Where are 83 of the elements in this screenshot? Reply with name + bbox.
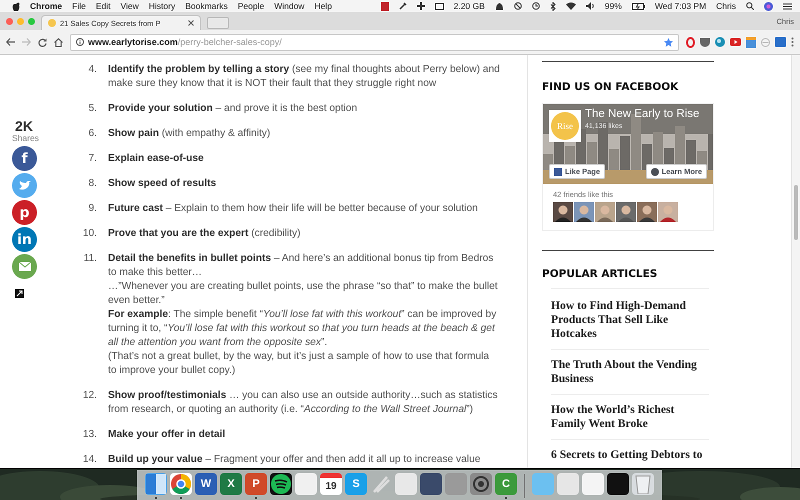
list-number: 8. (88, 177, 97, 191)
list-number: 6. (88, 127, 97, 141)
list-number: 11. (82, 252, 97, 266)
paragraph: Prove that you are the expert (credibility) (108, 227, 302, 241)
menu-item[interactable]: View (120, 1, 139, 11)
facebook-icon (554, 168, 562, 176)
close-icon[interactable] (188, 20, 194, 26)
share-count: 2K (14, 119, 34, 133)
globe-icon[interactable] (715, 37, 725, 47)
scrollbar[interactable] (791, 55, 800, 468)
paragraph: Make your offer in detail (108, 428, 226, 442)
menu-clock[interactable]: Wed 7:03 PM (654, 1, 706, 11)
list-number: 10. (82, 227, 97, 241)
shares-label: Shares (12, 133, 39, 143)
avatar[interactable] (616, 202, 636, 222)
menu-item[interactable]: Window (274, 1, 304, 11)
avatar[interactable] (553, 202, 573, 222)
more-icon[interactable] (791, 37, 794, 47)
list-number: 5. (88, 102, 97, 116)
paragraph: Explain ease-of-use (108, 152, 205, 166)
avatar[interactable] (574, 202, 594, 222)
menu-item[interactable]: History (148, 1, 176, 11)
volume-icon[interactable] (586, 2, 595, 10)
search-icon[interactable] (746, 2, 754, 10)
browser-icon[interactable] (170, 473, 192, 500)
paragraph: Detail the benefits in bullet points – And here’s an additional bonus tip from Bedros to make this better… (108, 252, 494, 280)
menu-item[interactable]: Edit (96, 1, 110, 11)
paragraph: Provide your solution – and prove it is the best option (108, 102, 358, 116)
reload-icon[interactable] (38, 38, 47, 46)
list-number: 9. (88, 202, 97, 216)
article-link[interactable]: How the World’s Richest Family Went Broke (551, 394, 709, 439)
address-bar[interactable]: www.earlytorise.com/perry-belcher-sales-copy/ (70, 34, 679, 50)
favicon-icon (48, 19, 56, 27)
memory-usage: 2.20 GB (454, 1, 485, 11)
section-heading: FIND US ON FACEBOOK (542, 81, 680, 93)
page-name[interactable]: The New Early to Rise (585, 108, 700, 120)
list-number: 12. (82, 389, 97, 403)
paragraph: Future cast – Explain to them how their life will be better because of your solution (108, 202, 479, 216)
facebook-icon (650, 168, 659, 176)
envelope-icon (18, 262, 30, 271)
info-icon (76, 38, 84, 46)
list-number: 7. (88, 152, 97, 166)
paragraph: …”Whenever you are creating bullet points, use the phrase “so that” to make the bullet even better.” (108, 280, 499, 308)
home-icon[interactable] (54, 38, 63, 46)
email-share-button[interactable] (12, 254, 37, 279)
history-icon[interactable] (532, 2, 540, 10)
facebook-share-button[interactable]: f (12, 146, 37, 171)
menu-item[interactable]: People (238, 1, 264, 11)
section-heading: POPULAR ARTICLES (542, 268, 658, 280)
paragraph: Show proof/testimonials … you can also use an outside authority…such as statistics from research, or quoting an authority (i.e. “According to the Wall Street Journal”) (108, 389, 499, 417)
article-link[interactable]: The Truth About the Vending Business (551, 349, 709, 394)
user-name[interactable]: Chris (716, 1, 736, 11)
back-icon[interactable] (6, 38, 15, 46)
flag-icon[interactable] (380, 2, 389, 10)
menu-item[interactable]: Bookmarks (185, 1, 228, 11)
bluetooth-icon[interactable] (550, 2, 556, 10)
menu-item[interactable]: File (72, 1, 86, 11)
paragraph: Show speed of results (108, 177, 218, 191)
list-icon[interactable] (783, 2, 792, 10)
wifi-icon[interactable] (566, 2, 576, 10)
list-number: 13. (82, 428, 97, 442)
battery-icon[interactable] (632, 2, 645, 10)
wrench-icon[interactable] (398, 2, 407, 10)
paragraph: (That’s not a great bullet, by the way, but it’s just a sample of how to use that formula to improve your bullet copy.) (108, 350, 490, 378)
list-number: 4. (88, 63, 97, 77)
paragraph: Show pain (with empathy & affinity) (108, 127, 272, 141)
paragraph: Identify the problem by telling a story (see my final thoughts about Perry below) and make sure they know that it is NOT their fault that they struggle right now (108, 63, 500, 91)
star-icon[interactable] (664, 38, 673, 46)
avatar[interactable] (637, 202, 657, 222)
linkedin-share-button[interactable]: in (12, 227, 37, 252)
calendar-icon[interactable] (746, 36, 756, 48)
paragraph: For example: The simple benefit “You’ll lose fat with this workout” can be improved by turning it to, “You’ll lose fat with this workout so that you turn heads at the beach & get all the attention you want from the opposite sex”. (108, 308, 498, 350)
apple-icon[interactable] (12, 2, 20, 10)
ring-icon[interactable] (686, 36, 695, 48)
app-menu[interactable]: Chrome (30, 1, 62, 11)
list-number: 14. (82, 453, 97, 467)
bird-icon (18, 180, 30, 190)
battery-percentage: 99% (604, 1, 622, 11)
menu-item[interactable]: Help (314, 1, 332, 11)
article-link[interactable]: How to Find High-Demand Products That Sell Like Hotcakes (551, 288, 709, 349)
video-icon[interactable] (730, 38, 741, 46)
paragraph: Build up your value – Fragment your offer and then add it all up to increase value (108, 453, 482, 467)
pinterest-share-button[interactable]: p (12, 200, 37, 225)
